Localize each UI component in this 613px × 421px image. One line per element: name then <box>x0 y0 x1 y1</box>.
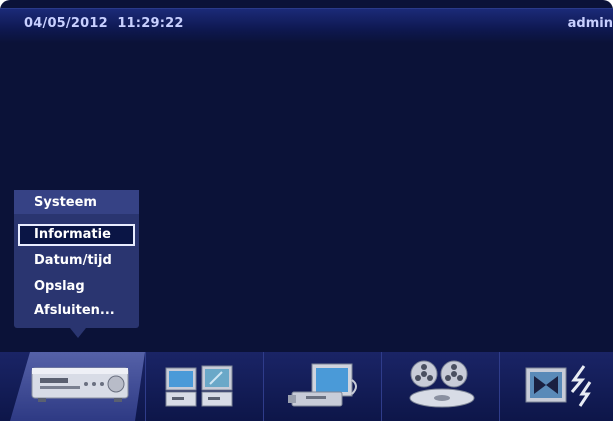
dvr-screen: 04/05/2012 11:29:22 admin Systeem Inform… <box>0 0 613 421</box>
film-reel-playback-icon <box>409 360 475 408</box>
datetime-display: 04/05/2012 11:29:22 <box>24 16 184 31</box>
menu-title: Systeem <box>14 190 139 214</box>
menu-item-informatie[interactable]: Informatie <box>18 224 135 246</box>
tab-cameras[interactable] <box>145 352 264 421</box>
menu-item-datum-tijd[interactable]: Datum/tijd <box>18 250 135 272</box>
tab-playback[interactable] <box>381 352 500 421</box>
taskbar <box>0 352 613 421</box>
dvr-system-icon <box>31 367 129 402</box>
monitor-usb-storage-icon <box>288 363 357 407</box>
tab-alarm[interactable] <box>499 352 613 421</box>
menu-item-opslag[interactable]: Opslag <box>18 276 135 298</box>
multi-camera-display-icon <box>165 365 233 407</box>
menu-pointer <box>70 328 86 338</box>
date-text: 04/05/2012 <box>24 16 108 31</box>
alarm-lightning-icon <box>525 365 592 407</box>
current-user: admin <box>567 16 613 31</box>
menu-item-afsluiten[interactable]: Afsluiten... <box>18 300 135 322</box>
time-text: 11:29:22 <box>117 16 184 31</box>
system-menu: Systeem Informatie Datum/tijd Opslag Afs… <box>14 190 139 328</box>
tab-storage[interactable] <box>263 352 382 421</box>
tab-system[interactable] <box>10 352 145 421</box>
